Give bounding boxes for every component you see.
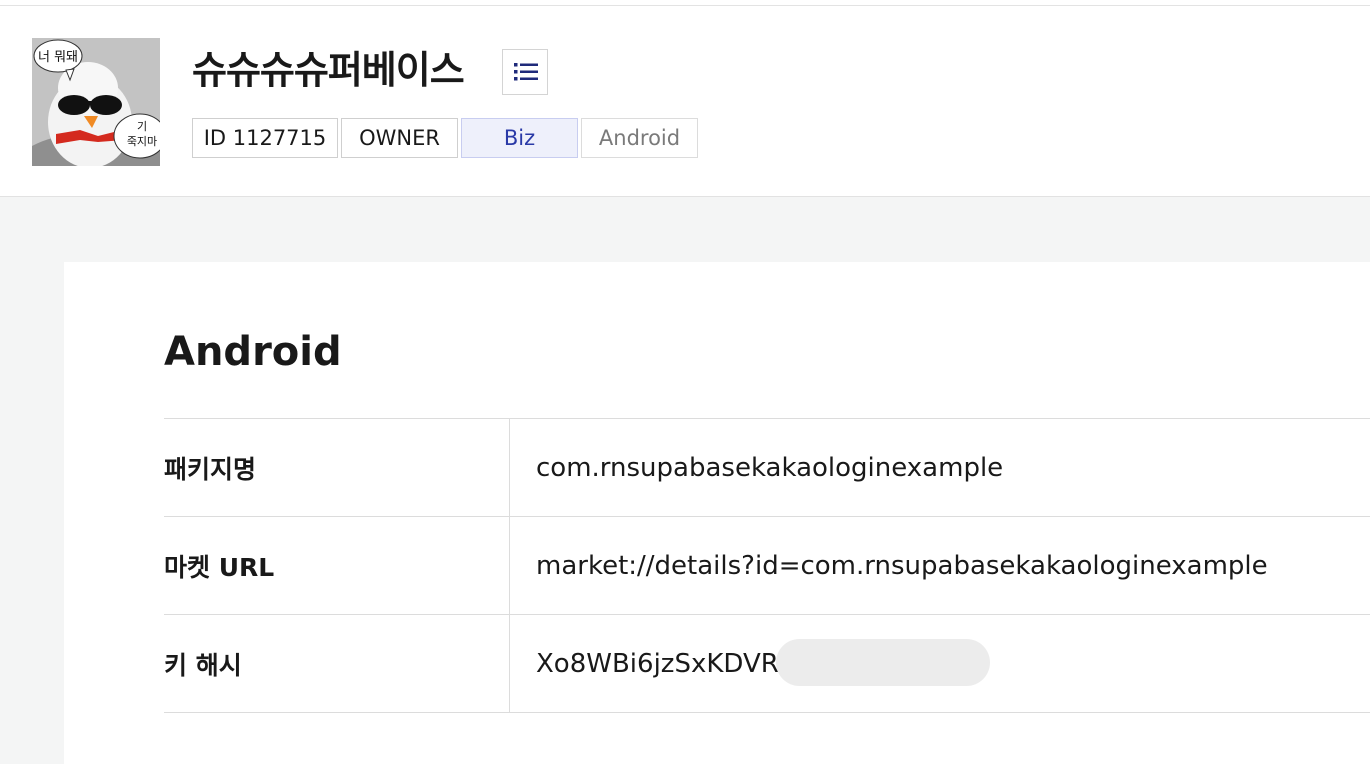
section-title: Android bbox=[164, 329, 342, 375]
app-icon-image: 너 뭐돼 기 죽지마 bbox=[32, 38, 160, 166]
redaction-mask bbox=[776, 639, 990, 686]
icon-speech-bottom-line1: 기 bbox=[137, 120, 147, 133]
market-url-label: 마켓 URL bbox=[164, 517, 510, 614]
table-row-market-url: 마켓 URL market://details?id=com.rnsupabas… bbox=[164, 517, 1370, 615]
app-icon: 너 뭐돼 기 죽지마 bbox=[32, 38, 160, 166]
app-name: 슈슈슈슈퍼베이스 bbox=[192, 48, 465, 92]
app-badges: ID 1127715 OWNER Biz Android bbox=[192, 118, 701, 158]
platform-badge: Android bbox=[581, 118, 698, 158]
package-name-value: com.rnsupabasekakaologinexample bbox=[536, 452, 1004, 483]
platform-info-table: 패키지명 com.rnsupabasekakaologinexample 마켓 … bbox=[164, 418, 1370, 713]
biz-badge: Biz bbox=[461, 118, 578, 158]
table-row-key-hash: 키 해시 Xo8WBi6jzSxKDVR4 bbox=[164, 615, 1370, 713]
icon-speech-top: 너 뭐돼 bbox=[38, 50, 78, 65]
app-id-badge: ID 1127715 bbox=[192, 118, 338, 158]
market-url-value: market://details?id=com.rnsupabasekakaol… bbox=[536, 550, 1268, 581]
key-hash-value: Xo8WBi6jzSxKDVR4 bbox=[536, 648, 796, 679]
app-header: 너 뭐돼 기 죽지마 슈슈슈슈퍼베이스 ID 1127715 OWNER Biz… bbox=[0, 6, 1370, 197]
app-menu-button[interactable] bbox=[502, 49, 548, 95]
package-name-label: 패키지명 bbox=[164, 419, 510, 516]
key-hash-label: 키 해시 bbox=[164, 615, 510, 712]
icon-speech-bottom-line2: 죽지마 bbox=[127, 135, 157, 148]
platform-card: Android 패키지명 com.rnsupabasekakaologinexa… bbox=[64, 262, 1370, 764]
table-row-package-name: 패키지명 com.rnsupabasekakaologinexample bbox=[164, 419, 1370, 517]
role-badge: OWNER bbox=[341, 118, 458, 158]
list-icon bbox=[514, 63, 538, 81]
